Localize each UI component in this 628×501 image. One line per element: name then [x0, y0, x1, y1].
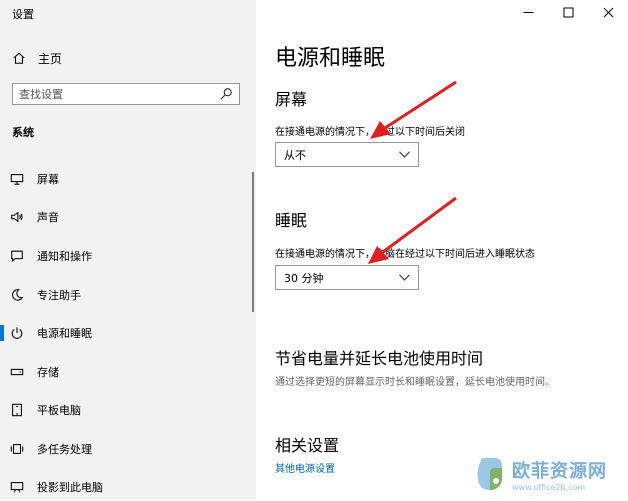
chevron-down-icon [399, 151, 410, 158]
sidebar-item-label: 声音 [37, 211, 59, 224]
sidebar-item-project-to-pc[interactable]: 投影到此电脑 [0, 473, 256, 501]
tablet-icon [10, 403, 24, 417]
sleep-heading: 睡眠 [275, 211, 308, 230]
notification-icon [10, 249, 24, 263]
minimize-icon [523, 11, 533, 13]
sidebar-item-sound[interactable]: 声音 [0, 203, 256, 231]
home-label: 主页 [38, 51, 63, 66]
sidebar-item-power-sleep[interactable]: 电源和睡眠 [0, 319, 256, 347]
monitor-icon [10, 172, 24, 186]
sidebar-item-label: 平板电脑 [37, 404, 81, 417]
additional-power-settings-link[interactable]: 其他电源设置 [275, 460, 335, 475]
battery-description: 通过选择更短的屏幕显示时长和睡眠设置，延长电池使用时间。 [275, 377, 555, 388]
home-nav-item[interactable]: 主页 [12, 49, 62, 67]
search-box[interactable] [12, 83, 240, 105]
sidebar-item-focus-assist[interactable]: 专注助手 [0, 281, 256, 309]
close-icon [603, 7, 613, 17]
chevron-down-icon [399, 274, 410, 281]
sidebar: 设置 主页 系统 屏幕 声音 通知和操作 专注助手 [0, 0, 256, 500]
window-title: 设置 [12, 8, 34, 21]
watermark: 欧菲资源网 www.office26.com [468, 451, 626, 497]
section-label: 系统 [12, 126, 34, 139]
sidebar-item-display[interactable]: 屏幕 [0, 165, 256, 193]
sidebar-item-label: 投影到此电脑 [37, 481, 103, 494]
main-content: 电源和睡眠 屏幕 在接通电源的情况下，经过以下时间后关闭 从不 睡眠 在接通电源… [256, 0, 628, 500]
maximize-icon [563, 7, 573, 17]
screen-timeout-dropdown[interactable]: 从不 [275, 142, 419, 167]
maximize-button[interactable] [548, 0, 588, 24]
window-controls [508, 0, 628, 24]
page-title: 电源和睡眠 [275, 46, 386, 71]
multitask-icon [10, 442, 24, 456]
minimize-button[interactable] [508, 0, 548, 24]
sidebar-item-tablet[interactable]: 平板电脑 [0, 396, 256, 424]
close-button[interactable] [588, 0, 628, 24]
sidebar-item-label: 专注助手 [37, 289, 81, 302]
screen-heading: 屏幕 [275, 90, 308, 109]
sidebar-scrollbar[interactable] [252, 172, 254, 312]
sidebar-item-label: 通知和操作 [37, 250, 92, 263]
home-icon [13, 52, 25, 64]
sleep-timeout-value: 30 分钟 [284, 271, 324, 285]
sidebar-item-notifications[interactable]: 通知和操作 [0, 242, 256, 270]
search-icon[interactable] [219, 87, 233, 101]
projector-icon [10, 480, 24, 494]
moon-icon [10, 288, 24, 302]
sleep-timeout-dropdown[interactable]: 30 分钟 [275, 265, 419, 290]
watermark-url: www.office26.com [512, 482, 586, 492]
power-icon [10, 326, 24, 340]
watermark-name: 欧菲资源网 [512, 460, 607, 482]
sleep-description: 在接通电源的情况下，电脑在经过以下时间后进入睡眠状态 [275, 249, 535, 260]
battery-heading: 节省电量并延长电池使用时间 [275, 349, 484, 368]
search-input[interactable] [13, 87, 219, 101]
sidebar-item-label: 存储 [37, 366, 59, 379]
related-settings-heading: 相关设置 [275, 436, 340, 455]
sidebar-item-label: 多任务处理 [37, 443, 92, 456]
screen-description: 在接通电源的情况下，经过以下时间后关闭 [275, 127, 465, 138]
sidebar-item-label: 电源和睡眠 [37, 327, 92, 340]
sidebar-item-storage[interactable]: 存储 [0, 358, 256, 386]
active-indicator [0, 325, 4, 341]
screen-timeout-value: 从不 [284, 148, 306, 162]
speaker-icon [10, 210, 24, 224]
sidebar-item-multitasking[interactable]: 多任务处理 [0, 435, 256, 463]
watermark-logo-icon [477, 458, 502, 490]
storage-icon [10, 365, 24, 379]
sidebar-item-label: 屏幕 [37, 173, 59, 186]
